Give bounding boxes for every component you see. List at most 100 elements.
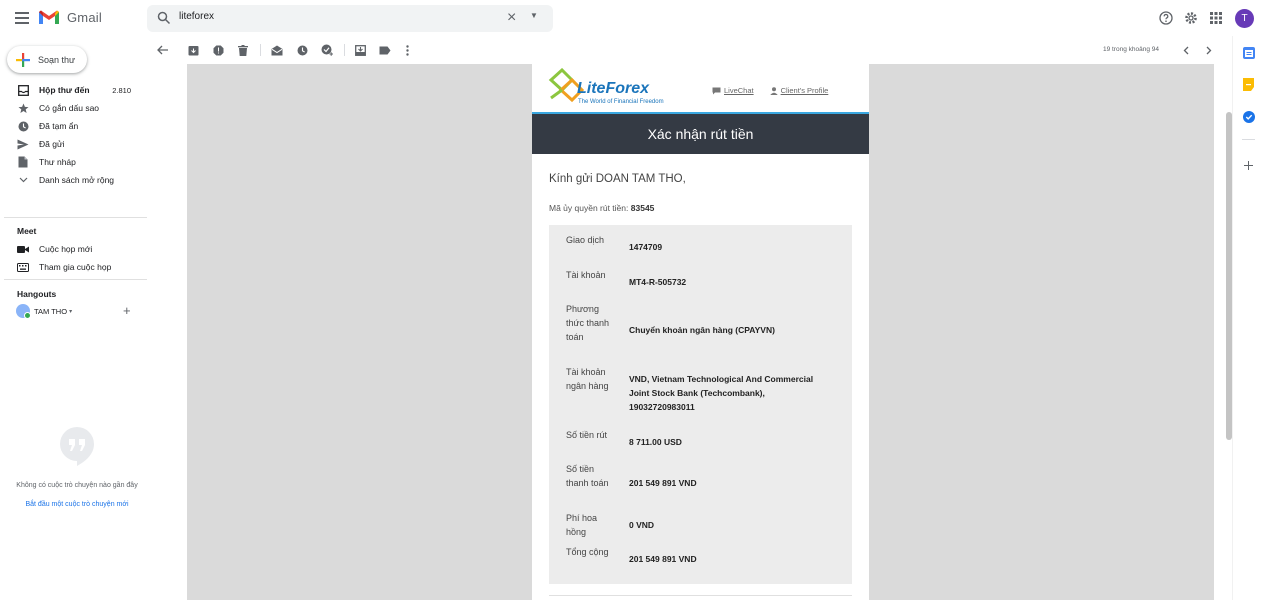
email-title: Xác nhận rút tiền — [647, 126, 754, 142]
sidebar-divider — [4, 279, 147, 280]
add-to-tasks-icon[interactable] — [320, 43, 334, 57]
snooze-icon[interactable] — [295, 43, 309, 57]
toolbar-separator — [260, 44, 261, 56]
back-arrow-icon[interactable] — [155, 43, 169, 57]
mark-unread-icon[interactable] — [270, 43, 284, 57]
email-title-bar: Xác nhận rút tiền — [532, 112, 869, 154]
livechat-link[interactable]: LiveChat — [712, 86, 754, 95]
detail-label: Phương thức thanh toán — [566, 304, 610, 342]
email-brand-header: LiteForex The World of Financial Freedom… — [532, 64, 869, 112]
client-profile-link[interactable]: Client's Profile — [769, 86, 829, 95]
auth-code-label: Mã ủy quyền rút tiền: — [549, 203, 629, 213]
detail-label: Giao dịch — [566, 235, 605, 245]
settings-gear-icon[interactable] — [1181, 8, 1201, 28]
hangouts-quote-icon — [60, 427, 94, 466]
join-meeting-label: Tham gia cuộc họp — [39, 262, 112, 272]
hangouts-status-caret-icon[interactable]: ▾ — [69, 308, 72, 315]
detail-value: 0 VND — [629, 520, 655, 530]
keyboard-icon — [17, 261, 29, 273]
auth-code-line: Mã ủy quyền rút tiền: 83545 — [549, 203, 654, 213]
top-right-controls: T — [1151, 8, 1254, 28]
content-divider — [549, 595, 852, 596]
email-greeting: Kính gửi DOAN TAM THO, — [549, 173, 686, 185]
newer-chevron-left-icon[interactable] — [1179, 43, 1193, 57]
person-icon — [769, 86, 778, 95]
detail-label: Tài khoản — [566, 270, 606, 280]
app-name: Gmail — [67, 9, 102, 25]
nav-item-inbox[interactable]: Hộp thư đến 2.810 — [0, 81, 147, 99]
side-panel-divider — [1242, 139, 1255, 140]
help-icon[interactable] — [1156, 8, 1176, 28]
hangouts-add-icon[interactable]: + — [123, 304, 131, 317]
nav-label-drafts: Thư nháp — [39, 157, 76, 167]
keep-notes-icon[interactable] — [1242, 78, 1255, 91]
detail-label: Số tiền thanh toán — [566, 464, 609, 488]
inbox-unread-count: 2.810 — [112, 85, 131, 95]
detail-label: Tài khoản ngân hàng — [566, 367, 609, 391]
hangouts-user-avatar — [16, 304, 31, 319]
compose-plus-icon — [16, 52, 30, 67]
top-bar: Gmail × ▼ T — [0, 0, 1262, 36]
liteforex-logo[interactable]: LiteForex The World of Financial Freedom — [548, 68, 673, 106]
clear-search-icon[interactable]: × — [507, 9, 516, 27]
hangouts-user[interactable]: TAM THO ▾ — [16, 304, 136, 319]
sidebar-divider — [4, 217, 147, 218]
detail-label: Tổng cộng — [566, 547, 609, 557]
detail-value: MT4-R-505732 — [629, 277, 687, 287]
detail-value: VND, Vietnam Technological And Commercia… — [629, 374, 814, 412]
nav-label-starred: Có gắn dấu sao — [39, 103, 100, 113]
draft-icon — [17, 156, 29, 168]
nav-label-snoozed: Đã tạm ẩn — [39, 121, 79, 131]
nav-item-more[interactable]: Danh sách mở rộng — [0, 171, 147, 189]
older-chevron-right-icon[interactable] — [1202, 43, 1216, 57]
auth-code-value: 83545 — [630, 203, 655, 213]
hangouts-empty-message: Không có cuộc trò chuyện nào gần đây — [16, 482, 138, 489]
livechat-label: LiveChat — [724, 86, 754, 95]
new-meeting-item[interactable]: Cuộc họp mới — [0, 240, 147, 258]
nav-label-more: Danh sách mở rộng — [39, 175, 115, 185]
account-avatar[interactable]: T — [1235, 8, 1254, 28]
more-options-icon[interactable] — [400, 43, 414, 57]
detail-value: 201 549 891 VND — [629, 554, 697, 564]
gmail-m-icon — [39, 10, 59, 24]
hangouts-section-title: Hangouts — [17, 289, 57, 299]
search-options-icon[interactable]: ▼ — [530, 11, 538, 20]
detail-value: 201 549 891 VND — [629, 478, 697, 488]
apps-grid-icon[interactable] — [1206, 8, 1226, 28]
report-spam-icon[interactable] — [211, 43, 225, 57]
main-menu-icon[interactable] — [12, 9, 32, 27]
search-input[interactable] — [179, 11, 479, 22]
tasks-icon[interactable] — [1242, 110, 1255, 123]
compose-label: Soạn thư — [38, 54, 76, 65]
video-camera-icon — [17, 243, 29, 255]
nav-item-starred[interactable]: Có gắn dấu sao — [0, 99, 147, 117]
calendar-icon[interactable] — [1242, 46, 1255, 59]
detail-label: Phí hoa hồng — [566, 513, 598, 537]
nav-item-sent[interactable]: Đã gửi — [0, 135, 147, 153]
detail-value: 8 711.00 USD — [629, 437, 682, 447]
header-links: LiveChat Client's Profile — [712, 86, 828, 95]
search-icon[interactable] — [157, 11, 171, 25]
send-icon — [17, 138, 29, 150]
client-profile-label: Client's Profile — [780, 86, 829, 95]
clock-icon — [17, 120, 29, 132]
label-tag-icon[interactable] — [378, 43, 392, 57]
archive-icon[interactable] — [186, 43, 200, 57]
move-to-icon[interactable] — [353, 43, 367, 57]
get-addons-plus-icon[interactable] — [1242, 159, 1255, 172]
hangouts-start-chat-link[interactable]: Bắt đầu một cuộc trò chuyện mới — [8, 501, 146, 508]
side-panel — [1232, 36, 1262, 600]
gmail-logo[interactable]: Gmail — [38, 9, 102, 25]
nav-item-drafts[interactable]: Thư nháp — [0, 153, 147, 171]
star-icon — [17, 102, 29, 114]
nav-label-sent: Đã gửi — [39, 139, 65, 149]
compose-button[interactable]: Soạn thư — [7, 46, 87, 73]
join-meeting-item[interactable]: Tham gia cuộc họp — [0, 258, 147, 276]
message-toolbar: 19 trong khoảng 94 — [147, 36, 1227, 64]
nav-item-snoozed[interactable]: Đã tạm ẩn — [0, 117, 147, 135]
delete-icon[interactable] — [236, 43, 250, 57]
detail-value: Chuyển khoản ngân hàng (CPAYVN) — [629, 325, 775, 335]
chat-bubble-icon — [712, 87, 721, 94]
new-meeting-label: Cuộc họp mới — [39, 244, 93, 254]
meet-section-title: Meet — [17, 226, 37, 236]
